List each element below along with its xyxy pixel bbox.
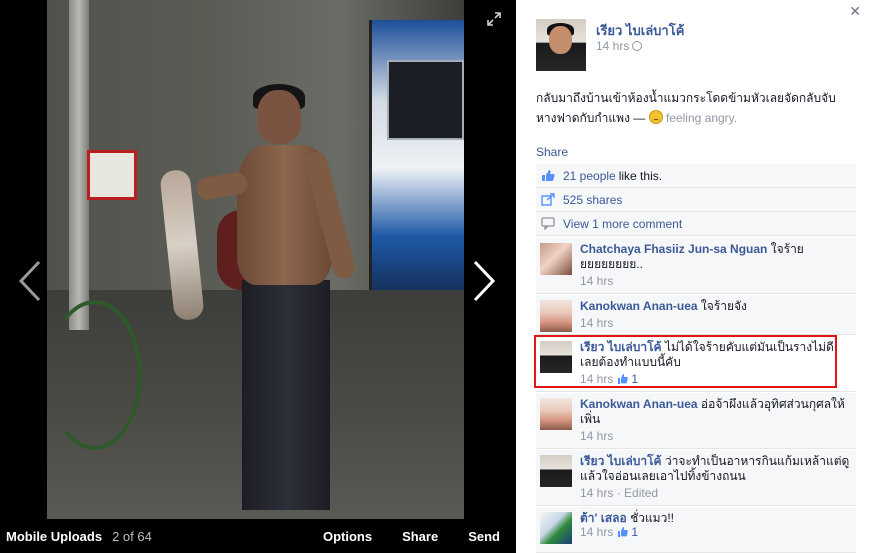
- comment-bubble-icon: [541, 217, 555, 230]
- comment-body: ต้า' เสลอ ชั่วแมว!!: [580, 511, 850, 526]
- post-timestamp[interactable]: 14 hrs: [596, 39, 643, 53]
- photo-position: 2 of 64: [112, 528, 152, 544]
- shares-count-link[interactable]: 525 shares: [563, 193, 622, 207]
- commenter-avatar[interactable]: [540, 512, 572, 544]
- comment-item: ต้า' เสลอ ชั่วแมว!! 14 hrs 1: [536, 507, 856, 553]
- photo-actions: Options Share Send: [293, 529, 500, 544]
- send-button[interactable]: Send: [468, 529, 500, 544]
- photo-stage: Mobile Uploads 2 of 64 Options Share Sen…: [0, 0, 516, 553]
- next-photo-button[interactable]: [471, 260, 497, 302]
- comment-meta: 14 hrs: [580, 316, 613, 330]
- photo-person-head: [257, 90, 301, 144]
- comment-meta: 14 hrs 1: [580, 525, 638, 539]
- commenter-avatar[interactable]: [540, 341, 572, 373]
- options-button[interactable]: Options: [323, 529, 372, 544]
- photo-person-pants: [242, 280, 330, 510]
- comment-time[interactable]: 14 hrs: [580, 372, 613, 386]
- post-feeling: feeling angry.: [665, 111, 738, 125]
- photo-bicycle: [47, 300, 142, 450]
- commenter-name[interactable]: เรียว ไบเล่บาโค้: [580, 454, 662, 468]
- angry-emoji-icon: [648, 110, 663, 124]
- commenter-avatar[interactable]: [540, 455, 572, 487]
- previous-photo-button[interactable]: [17, 260, 43, 302]
- share-link[interactable]: Share: [536, 145, 568, 159]
- comment-like-count[interactable]: 1: [631, 372, 638, 386]
- comment-item-highlighted: เรียว ไบเล่บาโค้ ไม่ได้ใจร้ายคับแต่มันเป…: [536, 336, 856, 392]
- chevron-right-icon: [473, 260, 496, 302]
- commenter-name[interactable]: เรียว ไบเล่บาโค้: [580, 340, 662, 354]
- comment-item: เรียว ไบเล่บาโค้ ว่าจะทำเป็นอาหารกินแก้ม…: [536, 450, 856, 506]
- globe-icon: [632, 41, 643, 51]
- comment-body: เรียว ไบเล่บาโค้ ว่าจะทำเป็นอาหารกินแก้ม…: [580, 454, 850, 484]
- comment-body: Kanokwan Anan-uea ใจร้ายจัง: [580, 299, 850, 314]
- share-icon: [541, 193, 555, 206]
- thumbs-up-icon: [618, 527, 629, 537]
- thumbs-up-icon: [618, 374, 629, 384]
- likes-count-link[interactable]: 21 people: [563, 169, 616, 183]
- comment-time[interactable]: 14 hrs: [580, 274, 613, 288]
- photo-bus-window: [387, 60, 464, 140]
- comment-item: Chatchaya Fhasiiz Jun-sa Nguan ใจร้ายยยย…: [536, 238, 856, 294]
- comment-meta: 14 hrs: [580, 429, 613, 443]
- comment-time[interactable]: 14 hrs: [580, 429, 613, 443]
- view-more-comments-link[interactable]: View 1 more comment: [563, 217, 682, 231]
- comment-time[interactable]: 14 hrs: [580, 525, 613, 539]
- comment-item: Kanokwan Anan-uea อ่อจ้าผึงแล้วอุทิศส่วน…: [536, 393, 856, 449]
- comment-body: Kanokwan Anan-uea อ่อจ้าผึงแล้วอุทิศส่วน…: [580, 397, 850, 427]
- commenter-avatar[interactable]: [540, 398, 572, 430]
- commenter-name[interactable]: ต้า' เสลอ: [580, 511, 627, 525]
- photo-pole: [69, 0, 89, 330]
- likes-row: 21 people like this.: [536, 164, 856, 188]
- commenter-avatar[interactable]: [540, 300, 572, 332]
- commenter-name[interactable]: Chatchaya Fhasiiz Jun-sa Nguan: [580, 242, 767, 256]
- chevron-left-icon: [18, 260, 41, 302]
- comment-meta: 14 hrs: [580, 274, 613, 288]
- close-icon[interactable]: ✕: [849, 3, 861, 20]
- more-comments-row: View 1 more comment: [536, 212, 856, 236]
- thumbs-up-icon: [542, 170, 555, 181]
- comment-time[interactable]: 14 hrs: [580, 316, 613, 330]
- post-time-text: 14 hrs: [596, 39, 630, 53]
- post-photo[interactable]: [47, 0, 464, 519]
- comment-edited[interactable]: Edited: [624, 486, 658, 500]
- comment-like-count[interactable]: 1: [631, 525, 638, 539]
- comment-text: ชั่วแมว!!: [630, 511, 674, 525]
- commenter-name[interactable]: Kanokwan Anan-uea: [580, 299, 698, 313]
- comment-text: ใจร้ายจัง: [700, 299, 747, 313]
- album-link[interactable]: Mobile Uploads: [6, 529, 102, 544]
- comment-time[interactable]: 14 hrs: [580, 486, 613, 500]
- share-button[interactable]: Share: [402, 529, 438, 544]
- author-avatar[interactable]: [536, 19, 586, 71]
- author-name[interactable]: เรียว ไบเล่บาโค้: [596, 20, 684, 41]
- comment-body: เรียว ไบเล่บาโค้ ไม่ได้ใจร้ายคับแต่มันเป…: [580, 340, 850, 370]
- fullscreen-icon[interactable]: [487, 12, 501, 26]
- feedback-summary: 21 people like this. 525 shares View 1 m…: [536, 164, 856, 236]
- commenter-name[interactable]: Kanokwan Anan-uea: [580, 397, 698, 411]
- photo-sign: [87, 150, 137, 200]
- comment-meta: 14 hrs 1: [580, 372, 638, 386]
- comment-meta: 14 hrs · Edited: [580, 486, 659, 500]
- post-text: กลับมาถึงบ้านเข้าห้องน้ำแมวกระโดดข้ามหัว…: [536, 88, 856, 128]
- commenter-avatar[interactable]: [540, 243, 572, 275]
- photo-footer-bar: Mobile Uploads 2 of 64 Options Share Sen…: [0, 519, 516, 553]
- likes-text: like this.: [618, 168, 663, 183]
- comment-item: Kanokwan Anan-uea ใจร้ายจัง 14 hrs: [536, 295, 856, 335]
- comment-body: Chatchaya Fhasiiz Jun-sa Nguan ใจร้ายยยย…: [580, 242, 850, 272]
- shares-row: 525 shares: [536, 188, 856, 212]
